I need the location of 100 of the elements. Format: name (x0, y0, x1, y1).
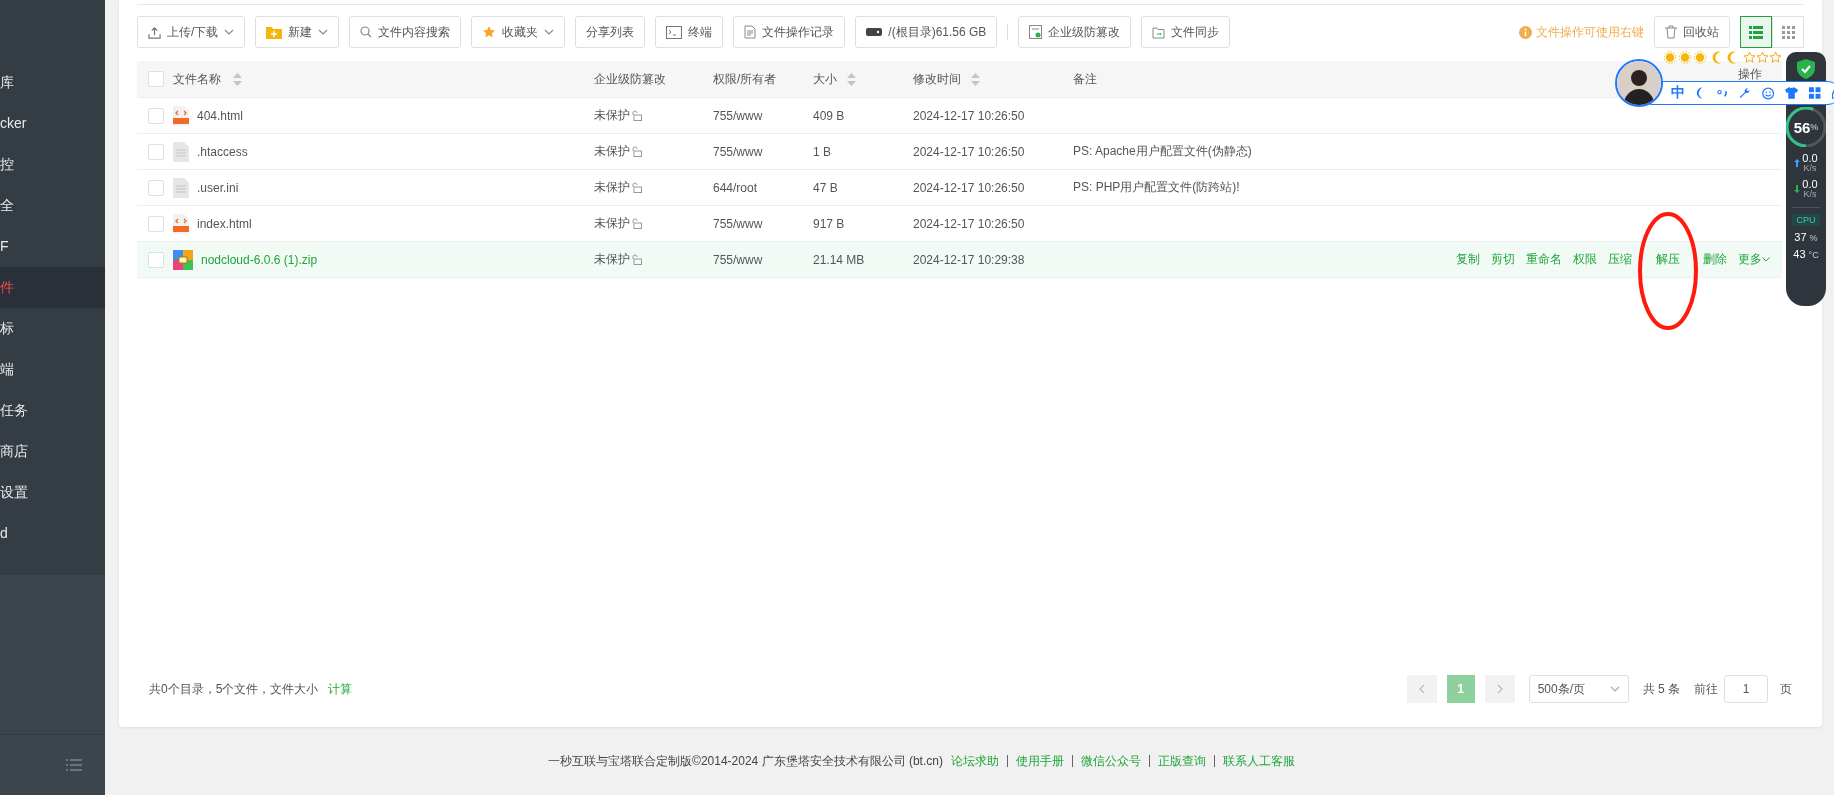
download-arrow-icon (1794, 185, 1801, 193)
page-size-select[interactable]: 500条/页 (1528, 675, 1629, 703)
file-row[interactable]: .htaccess 未保护 755/www 1 B 2024-12-17 10:26:50 PS: Apache用户配置文件(伪静态) (137, 134, 1782, 170)
file-name[interactable]: 404.html (197, 108, 244, 123)
terminal-icon (666, 25, 683, 39)
toolbar-button[interactable]: 文件同步 (1141, 16, 1231, 48)
unlock-icon[interactable] (631, 110, 642, 121)
caret-icon (224, 29, 235, 35)
column-header: 企业级防篡改 (594, 70, 666, 88)
file-row[interactable]: .user.ini 未保护 644/root 47 B 2024-12-17 10:26:50 PS: PHP用户配置文件(防跨站)! (137, 170, 1782, 206)
note-cell: PS: PHP用户配置文件(防跨站)! (1073, 179, 1240, 196)
column-header[interactable]: 修改时间 (913, 70, 961, 88)
punctuation-icon[interactable] (1716, 88, 1729, 98)
permission-cell[interactable]: 755/www (713, 252, 813, 267)
protection-status: 未保护 (594, 215, 630, 232)
toolbar-button[interactable]: 分享列表 (575, 16, 646, 48)
row-checkbox[interactable] (148, 251, 164, 268)
sidebar-item[interactable]: 标 (0, 308, 105, 349)
unlock-icon[interactable] (631, 182, 642, 193)
menu-icon[interactable] (66, 758, 82, 772)
file-name[interactable]: index.html (197, 216, 252, 231)
recycle-bin-button[interactable]: 回收站 (1654, 16, 1730, 48)
toolbar-button[interactable]: 收藏夹 (471, 16, 566, 48)
list-icon (1749, 25, 1763, 39)
sidebar-item[interactable]: 全 (0, 185, 105, 226)
file-name[interactable]: .htaccess (197, 144, 248, 159)
grid-view-button[interactable] (1772, 16, 1804, 48)
smiley-icon[interactable] (1761, 85, 1775, 101)
sidebar-item[interactable]: 库 (0, 62, 105, 103)
percent-unit: % (1810, 122, 1819, 132)
sidebar-item[interactable]: 控 (0, 144, 105, 185)
document-icon (173, 141, 189, 162)
goto-page-field[interactable]: 1 (1724, 675, 1768, 703)
tip-text: 文件操作可使用右键 (1536, 23, 1644, 41)
wrench-icon[interactable] (1739, 86, 1751, 100)
permission-cell[interactable]: 755/www (713, 144, 813, 159)
sidebar-item[interactable]: 任务 (0, 390, 105, 431)
shield-icon[interactable] (1797, 59, 1815, 79)
grid-icon[interactable] (1809, 86, 1821, 100)
toolbar-button[interactable]: 企业级防篡改 (1018, 16, 1132, 48)
unlock-icon[interactable] (631, 218, 642, 229)
column-header[interactable]: 文件名称 (173, 70, 221, 88)
document-icon (744, 25, 757, 39)
protection-status: 未保护 (594, 179, 630, 196)
sidebar-item[interactable]: d (0, 513, 105, 554)
row-checkbox[interactable] (148, 215, 164, 232)
row-checkbox[interactable] (148, 143, 164, 160)
upload-icon (148, 25, 161, 39)
protection-status: 未保护 (594, 143, 630, 160)
chevron-right-icon (1496, 684, 1503, 694)
toolbar-button[interactable]: 文件操作记录 (733, 16, 846, 48)
copyright-text: 一秒互联与宝塔联合定制版©2014-2024 广东堡塔安全技术有限公司 (bt.cn) (548, 752, 943, 770)
toolbar-button[interactable]: 文件内容搜索 (349, 16, 462, 48)
folder-arrow-icon (1152, 25, 1166, 39)
permission-cell[interactable]: 755/www (713, 216, 813, 231)
select-all-checkbox[interactable] (148, 71, 164, 87)
column-header[interactable]: 大小 (813, 70, 837, 88)
speed-unit: K/s (1803, 163, 1817, 173)
size-cell-text: 409 B (813, 108, 846, 123)
row-checkbox[interactable] (148, 107, 164, 124)
size-cell-text: 21.14 MB (813, 252, 866, 267)
cpu-usage: 37 (1794, 231, 1807, 243)
caret-icon (1762, 257, 1770, 262)
unlock-icon[interactable] (631, 146, 642, 157)
toolbar-button[interactable]: /(根目录)61.56 GB (855, 16, 998, 48)
file-name[interactable]: .user.ini (197, 180, 239, 195)
file-row[interactable]: nodcloud-6.0.6 (1).zip 未保护 755/www 21.14 MB 2024-12-17 10:29:38 复制 剪切 重命名 权限 压缩 解压 删除 更多 (137, 242, 1782, 278)
grid-icon (1781, 25, 1795, 39)
caret-icon (318, 29, 329, 35)
sidebar-item[interactable]: 设置 (0, 472, 105, 513)
toolbar-button[interactable]: 终端 (655, 16, 724, 48)
protection-status: 未保护 (594, 107, 630, 124)
row-checkbox[interactable] (148, 179, 164, 196)
list-view-button[interactable] (1740, 16, 1772, 48)
sidebar-item[interactable]: 件 (0, 267, 105, 308)
column-header: 权限/所有者 (713, 70, 777, 88)
sidebar-item[interactable]: 商店 (0, 431, 105, 472)
unlock-icon[interactable] (631, 254, 642, 265)
document-badge-icon (1029, 25, 1043, 39)
shirt-icon[interactable] (1785, 86, 1799, 100)
star-icon (482, 25, 497, 39)
folder-plus-icon (266, 25, 283, 39)
permission-cell[interactable]: 755/www (713, 108, 813, 123)
size-cell-text: 917 B (813, 216, 846, 231)
note-cell: PS: Apache用户配置文件(伪静态) (1073, 143, 1252, 160)
temperature: 43 (1793, 248, 1806, 260)
sidebar-item[interactable]: 端 (0, 349, 105, 390)
sidebar-item[interactable]: F (0, 226, 105, 267)
toolbar-button[interactable]: 上传/下载 (137, 16, 246, 48)
sidebar-item[interactable]: cker (0, 103, 105, 144)
temperature-unit: °C (1808, 250, 1819, 260)
sort-icon[interactable] (971, 72, 980, 86)
toolbar-button[interactable]: 新建 (255, 16, 340, 48)
modified-time-cell-text: 2024-12-17 10:26:50 (913, 216, 1026, 231)
permission-cell[interactable]: 644/root (713, 180, 813, 195)
load-percent: 56 (1793, 118, 1811, 136)
sort-icon[interactable] (847, 72, 856, 86)
modified-time-cell-text: 2024-12-17 10:26:50 (913, 180, 1026, 195)
document-icon (173, 177, 189, 198)
sort-icon[interactable] (233, 72, 242, 86)
